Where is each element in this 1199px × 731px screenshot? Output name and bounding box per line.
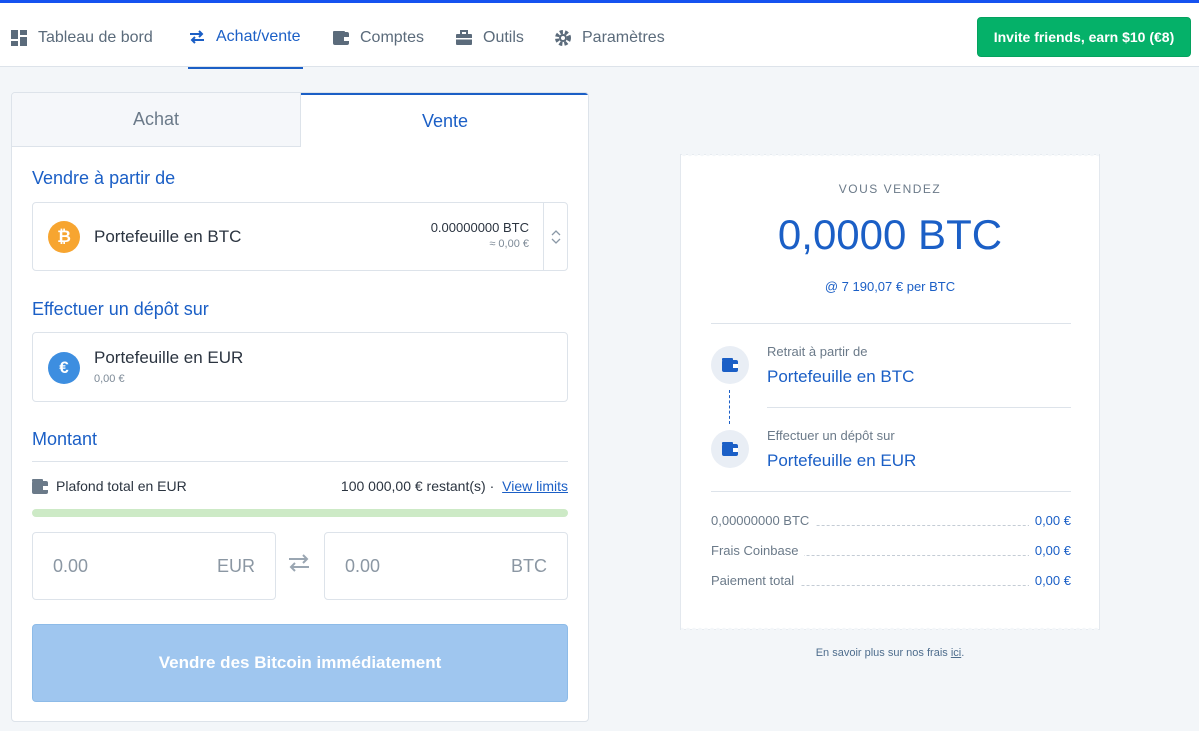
fees-footnote-end: . xyxy=(961,647,965,659)
fee-row-label: 0,00000000 BTC xyxy=(711,513,816,528)
source-wallet-select[interactable]: ₿ Portefeuille en BTC 0.00000000 BTC ≈ 0… xyxy=(32,202,568,271)
source-wallet-approx: ≈ 0,00 € xyxy=(489,238,529,250)
fee-row: Paiement total 0,00 € xyxy=(711,573,1071,591)
receipt-from-label: Retrait à partir de xyxy=(767,344,868,359)
destination-wallet-select[interactable]: € Portefeuille en EUR 0,00 € xyxy=(32,332,568,402)
eur-amount-input[interactable]: 0.00 EUR xyxy=(32,532,276,600)
wallet-icon xyxy=(332,29,350,47)
amount-label: Montant xyxy=(32,429,98,449)
tab-sell[interactable]: Vente xyxy=(301,93,588,147)
dashboard-icon xyxy=(10,29,28,47)
destination-wallet-balance: 0,00 € xyxy=(94,373,125,385)
fee-row-value: 0,00 € xyxy=(1028,573,1071,588)
swap-icon[interactable] xyxy=(287,553,311,579)
limit-label: Plafond total en EUR xyxy=(56,478,187,494)
fees-footnote-text: En savoir plus sur nos frais xyxy=(815,647,948,659)
nav-tab-dashboard[interactable]: Tableau de bord xyxy=(10,6,153,69)
tab-buy[interactable]: Achat xyxy=(12,93,301,147)
wallet-icon xyxy=(32,479,48,497)
source-wallet-name: Portefeuille en BTC xyxy=(94,227,242,246)
gear-icon xyxy=(554,29,572,47)
receipt-divider xyxy=(711,323,1071,324)
flow-connector xyxy=(729,390,730,424)
fee-row: 0,00000000 BTC 0,00 € xyxy=(711,513,1071,531)
sell-from-label: Vendre à partir de xyxy=(32,168,176,188)
euro-icon: € xyxy=(48,352,80,384)
briefcase-icon xyxy=(455,29,473,47)
sell-now-button[interactable]: Vendre des Bitcoin immédiatement xyxy=(32,624,568,702)
trade-panel: Achat Vente Vendre à partir de ₿ Portefe… xyxy=(11,92,589,722)
eur-amount-value: 0.00 xyxy=(53,556,89,576)
eur-currency-label: EUR xyxy=(216,556,255,576)
receipt-from-wallet: Portefeuille en BTC xyxy=(767,367,915,386)
nav-tab-accounts[interactable]: Comptes xyxy=(332,6,424,69)
invite-friends-button[interactable]: Invite friends, earn $10 (€8) xyxy=(977,17,1191,57)
receipt-heading: VOUS VENDEZ xyxy=(838,182,942,196)
receipt-to-label: Effectuer un dépôt sur xyxy=(767,428,895,443)
amount-divider xyxy=(32,461,568,462)
nav-label-accounts: Comptes xyxy=(360,28,425,46)
fees-footnote: En savoir plus sur nos frais ici. xyxy=(680,647,1100,659)
chevron-up-down-icon[interactable] xyxy=(543,203,567,270)
limit-progress-bar xyxy=(32,509,568,517)
receipt-amount: 0,0000 BTC xyxy=(777,211,1003,258)
deposit-to-label: Effectuer un dépôt sur xyxy=(32,299,209,319)
nav-tab-tools[interactable]: Outils xyxy=(455,6,524,69)
nav-label-settings: Paramètres xyxy=(582,28,665,46)
source-wallet-balance-group: 0.00000000 BTC ≈ 0,00 € xyxy=(431,220,529,250)
nav-label-dashboard: Tableau de bord xyxy=(38,28,153,46)
limit-row: Plafond total en EUR 100 000,00 € restan… xyxy=(32,478,568,496)
receipt-to-wallet: Portefeuille en EUR xyxy=(767,451,917,470)
wallet-icon xyxy=(711,430,749,468)
wallet-icon xyxy=(711,346,749,384)
receipt-divider xyxy=(711,491,1071,492)
view-limits-link[interactable]: View limits xyxy=(502,478,568,494)
fee-row-value: 0,00 € xyxy=(1028,513,1071,528)
receipt-inner-divider xyxy=(767,407,1071,408)
btc-amount-input[interactable]: 0.00 BTC xyxy=(324,532,568,600)
fee-row-value: 0,00 € xyxy=(1028,543,1071,558)
swap-arrows-icon xyxy=(188,28,206,46)
destination-wallet-name: Portefeuille en EUR xyxy=(94,348,244,367)
fee-row-label: Frais Coinbase xyxy=(711,543,805,558)
limit-info: 100 000,00 € restant(s) · View limits xyxy=(341,478,568,494)
nav-label-buy-sell: Achat/vente xyxy=(216,27,301,45)
fee-row: Frais Coinbase 0,00 € xyxy=(711,543,1071,561)
limit-remaining: 100 000,00 € restant(s) · xyxy=(340,478,495,494)
fees-learn-more-link[interactable]: ici xyxy=(951,647,961,659)
nav-tab-buy-sell[interactable]: Achat/vente xyxy=(188,6,303,69)
btc-amount-value: 0.00 xyxy=(345,556,381,576)
order-summary-receipt: VOUS VENDEZ 0,0000 BTC @ 7 190,07 € per … xyxy=(680,154,1100,630)
fee-row-label: Paiement total xyxy=(711,573,801,588)
nav-tab-settings[interactable]: Paramètres xyxy=(554,6,665,69)
receipt-rate: @ 7 190,07 € per BTC xyxy=(824,279,956,294)
btc-currency-label: BTC xyxy=(511,556,547,576)
top-navigation: Tableau de bord Achat/vente Comptes Outi… xyxy=(0,0,1199,69)
bitcoin-icon: ₿ xyxy=(48,221,80,253)
nav-label-tools: Outils xyxy=(483,28,524,46)
source-wallet-balance: 0.00000000 BTC xyxy=(430,220,529,235)
